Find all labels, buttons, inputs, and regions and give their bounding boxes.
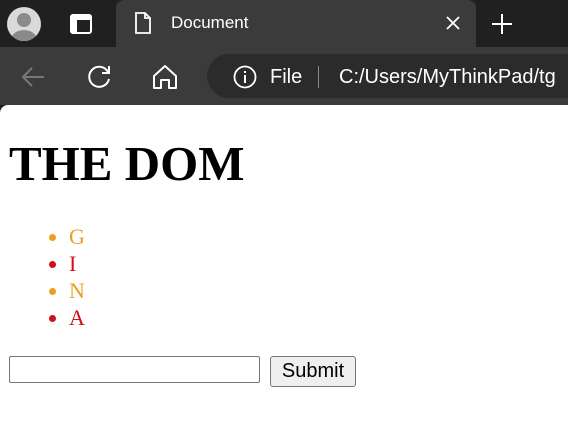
list-item: G: [69, 223, 85, 250]
tab-strip: Document: [0, 0, 568, 47]
url-text[interactable]: C:/Users/MyThinkPad/tg: [339, 66, 556, 89]
separator: [318, 66, 319, 88]
page-icon: [135, 12, 151, 34]
refresh-icon[interactable]: [84, 62, 114, 92]
new-tab-icon[interactable]: [490, 12, 514, 36]
letter-list: G I N A: [0, 223, 85, 331]
list-item: I: [69, 250, 85, 277]
tab-actions-icon[interactable]: [60, 7, 102, 41]
home-icon[interactable]: [150, 62, 180, 92]
text-input[interactable]: [9, 356, 260, 383]
page-content: THE DOM G I N A Submit: [0, 105, 568, 423]
file-scheme-label: File: [270, 66, 303, 88]
profile-avatar-icon[interactable]: [7, 7, 41, 41]
address-bar[interactable]: File C:/Users/MyThinkPad/tg: [207, 54, 568, 98]
back-icon[interactable]: [18, 62, 48, 92]
close-icon[interactable]: [444, 14, 462, 32]
list-item: A: [69, 304, 85, 331]
tab-document[interactable]: Document: [116, 0, 476, 47]
submit-button[interactable]: Submit: [270, 356, 356, 387]
list-item: N: [69, 277, 85, 304]
tab-title: Document: [171, 13, 249, 32]
info-icon[interactable]: [233, 65, 257, 89]
page-heading: THE DOM: [9, 136, 245, 191]
browser-toolbar: File C:/Users/MyThinkPad/tg: [0, 47, 568, 105]
